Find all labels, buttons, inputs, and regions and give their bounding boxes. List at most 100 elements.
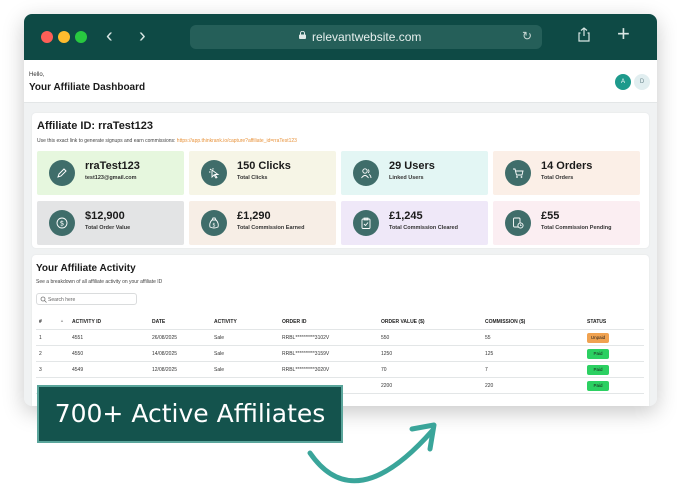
status-badge: Paid <box>587 365 609 375</box>
row-number: 1 <box>39 335 42 341</box>
commission-cell: 125 <box>485 351 494 357</box>
greeting-text: Hello, <box>29 72 45 78</box>
secondary-avatar[interactable]: D <box>634 74 650 90</box>
table-row[interactable]: 2 4550 14/08/2025 Sale RRBL**********315… <box>36 347 644 362</box>
order-value-cell: 1250 <box>381 351 393 357</box>
activity-title: Your Affiliate Activity <box>36 263 136 274</box>
status-badge: Unpaid <box>587 333 609 343</box>
stat-label: Total Commission Earned <box>237 225 305 231</box>
maximize-window-button[interactable] <box>75 31 87 43</box>
browser-titlebar: ‹ › relevantwebsite.com ↻ + <box>24 14 657 60</box>
order-id-cell: RRBL**********3020V <box>282 367 330 373</box>
promo-banner: 700+ Active Affiliates <box>37 385 343 443</box>
new-tab-button[interactable]: + <box>617 21 630 47</box>
table-row[interactable]: 1 4551 26/08/2025 Sale RRBL**********310… <box>36 331 644 346</box>
stat-card-commission-earned: $ £1,290 Total Commission Earned <box>189 201 336 245</box>
status-badge: Paid <box>587 349 609 359</box>
share-icon[interactable] <box>578 27 590 42</box>
stat-label: Total Commission Cleared <box>389 225 458 231</box>
activity-id-cell: 4551 <box>72 335 84 341</box>
commission-cell: 55 <box>485 335 491 341</box>
table-row[interactable]: 3 4549 12/08/2025 Sale RRBL**********302… <box>36 363 644 378</box>
close-window-button[interactable] <box>41 31 53 43</box>
date-cell: 12/08/2025 <box>152 367 178 373</box>
activity-id-cell: 4550 <box>72 351 84 357</box>
stat-card-commission-pending: £55 Total Commission Pending <box>493 201 640 245</box>
url-text: relevantwebsite.com <box>312 30 422 44</box>
commission-cell: 7 <box>485 367 488 373</box>
order-value-cell: 550 <box>381 335 390 341</box>
minimize-window-button[interactable] <box>58 31 70 43</box>
lock-icon <box>299 31 306 39</box>
pencil-icon <box>49 160 75 186</box>
sort-icon[interactable]: ▲ <box>60 318 64 323</box>
promo-banner-text: 700+ Active Affiliates <box>54 399 326 428</box>
activity-subtitle: See a breakdown of all affiliate activit… <box>36 279 163 285</box>
stat-label: Total Clicks <box>237 175 268 181</box>
column-header[interactable]: # <box>39 319 42 325</box>
stat-card-order-value: $ $12,900 Total Order Value <box>37 201 184 245</box>
svg-text:$: $ <box>60 219 64 227</box>
column-header[interactable]: COMMISSION ($) <box>485 319 525 325</box>
stat-label: Total Order Value <box>85 225 131 231</box>
stat-value: 150 Clicks <box>237 160 291 172</box>
stat-value: £1,290 <box>237 210 271 222</box>
activity-cell: Sale <box>214 351 225 357</box>
stat-value: $12,900 <box>85 210 125 222</box>
address-bar[interactable]: relevantwebsite.com ↻ <box>190 25 542 49</box>
curved-arrow-icon <box>307 422 437 484</box>
stat-label: Total Commission Pending <box>541 225 612 231</box>
cart-icon <box>505 160 531 186</box>
affiliate-activity-card: Your Affiliate Activity See a breakdown … <box>32 255 649 406</box>
column-header[interactable]: DATE <box>152 319 165 325</box>
stat-value: £55 <box>541 210 560 222</box>
stat-value: 29 Users <box>389 160 435 172</box>
search-box <box>36 293 137 305</box>
page-title: Your Affiliate Dashboard <box>29 82 146 93</box>
avatar[interactable]: A <box>615 74 631 90</box>
dashboard-header: Hello, Your Affiliate Dashboard A D <box>24 60 657 103</box>
stat-value: 14 Orders <box>541 160 593 172</box>
column-header[interactable]: ACTIVITY ID <box>72 319 101 325</box>
stat-card-clicks: 150 Clicks Total Clicks <box>189 151 336 195</box>
affiliate-link[interactable]: https://app.thinkrank.io/capture?affilia… <box>177 138 297 144</box>
forward-button[interactable]: › <box>139 26 146 46</box>
search-input[interactable] <box>48 295 134 304</box>
column-header[interactable]: STATUS <box>587 319 606 325</box>
stage: ‹ › relevantwebsite.com ↻ + Hello, Your … <box>0 0 677 504</box>
stat-label: test123@gmail.com <box>85 175 137 181</box>
column-header[interactable]: ORDER ID <box>282 319 306 325</box>
column-header[interactable]: ACTIVITY <box>214 319 237 325</box>
dollar-icon: $ <box>49 210 75 236</box>
date-cell: 26/08/2025 <box>152 335 178 341</box>
order-value-cell: 2200 <box>381 383 393 389</box>
affiliate-link-prompt: Use this exact link to generate signups … <box>37 138 176 144</box>
order-id-cell: RRBL**********3159V <box>282 351 330 357</box>
row-number: 2 <box>39 351 42 357</box>
activity-cell: Sale <box>214 367 225 373</box>
commission-cell: 220 <box>485 383 494 389</box>
page-content: Hello, Your Affiliate Dashboard A D Affi… <box>24 60 657 406</box>
order-value-cell: 70 <box>381 367 387 373</box>
users-icon <box>353 160 379 186</box>
browser-window: ‹ › relevantwebsite.com ↻ + Hello, Your … <box>24 14 657 406</box>
stat-value: rraTest123 <box>85 160 140 172</box>
back-button[interactable]: ‹ <box>106 26 113 46</box>
clipboard-check-icon <box>353 210 379 236</box>
search-icon <box>40 296 47 303</box>
stat-card-commission-cleared: £1,245 Total Commission Cleared <box>341 201 488 245</box>
stat-card-orders: 14 Orders Total Orders <box>493 151 640 195</box>
status-badge: Paid <box>587 381 609 391</box>
affiliate-id-heading: Affiliate ID: rraTest123 <box>37 120 153 132</box>
pending-icon <box>505 210 531 236</box>
stat-label: Total Orders <box>541 175 574 181</box>
activity-cell: Sale <box>214 335 225 341</box>
stat-card-profile: rraTest123 test123@gmail.com <box>37 151 184 195</box>
stat-value: £1,245 <box>389 210 423 222</box>
column-header[interactable]: ORDER VALUE ($) <box>381 319 425 325</box>
stat-label: Linked Users <box>389 175 424 181</box>
reload-button[interactable]: ↻ <box>522 29 532 43</box>
order-id-cell: RRBL**********3102V <box>282 335 330 341</box>
activity-id-cell: 4549 <box>72 367 84 373</box>
row-number: 3 <box>39 367 42 373</box>
